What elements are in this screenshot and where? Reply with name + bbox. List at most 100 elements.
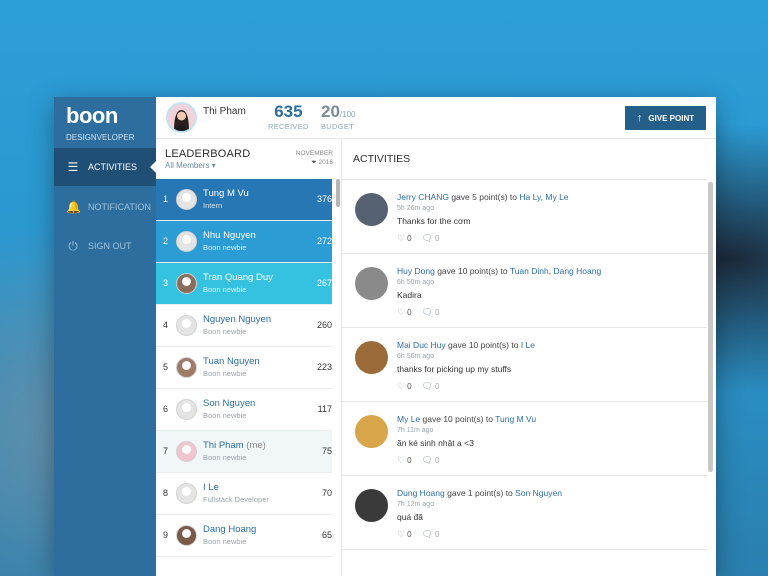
sidebar-item-activities[interactable]: ☰ ACTIVITIES <box>54 148 156 186</box>
member-filter-dropdown[interactable]: All Members ▾ <box>165 161 216 170</box>
activity-message: quá đã <box>397 512 423 522</box>
leaderboard-row[interactable]: 5 Tuan Nguyen Boon newbie 223 <box>156 347 332 389</box>
comment-icon: 🗨 <box>421 381 433 391</box>
leaderboard-row-me[interactable]: 7 Thi Pham (me) Boon newbie 75 <box>156 431 332 473</box>
member-name[interactable]: Nguyen Nguyen <box>203 314 271 325</box>
rank: 8 <box>163 488 169 498</box>
sidebar-item-label: ACTIVITIES <box>88 162 138 172</box>
member-name[interactable]: Son Nguyen <box>203 398 255 409</box>
received-value: 635 <box>274 102 303 121</box>
giver-link[interactable]: Jerry CHANG <box>397 192 449 202</box>
heart-icon: ♡ <box>397 529 406 539</box>
giver-avatar[interactable] <box>355 489 388 522</box>
recipient-link[interactable]: Tung M Vu <box>495 414 536 424</box>
leaderboard-row[interactable]: 8 I Le Fullstack Developer 70 <box>156 473 332 515</box>
member-name[interactable]: Tung M Vu <box>203 188 249 199</box>
leaderboard-scrollbar[interactable] <box>336 179 340 207</box>
comment-icon: 🗨 <box>421 233 433 243</box>
member-points: 65 <box>321 530 332 540</box>
giver-avatar[interactable] <box>355 267 388 300</box>
member-title: Fullstack Developer <box>203 495 269 504</box>
activity-time: 6h 56m ago <box>397 353 434 360</box>
comment-count: 0 <box>434 234 440 243</box>
member-name[interactable]: Thi Pham (me) <box>203 440 266 451</box>
user-avatar-image <box>168 104 195 131</box>
leaderboard-panel: LEADERBOARD All Members ▾ NOVEMBER ⏷ 201… <box>156 139 342 576</box>
month-selector[interactable]: NOVEMBER ⏷ 2016 <box>296 149 333 167</box>
member-name[interactable]: Nhu Nguyen <box>203 230 256 241</box>
giver-link[interactable]: Mai Duc Huy <box>397 340 446 350</box>
like-button[interactable]: ♡ 0 <box>397 529 412 540</box>
reaction-bar: ♡ 0 🗨 0 <box>397 307 439 318</box>
comment-count: 0 <box>434 382 440 391</box>
app-logo[interactable]: boon <box>66 103 118 129</box>
leaderboard-row[interactable]: 3 Tran Quang Duy Boon newbie 267 <box>156 263 332 305</box>
activity-time: 5h 26m ago <box>397 205 434 212</box>
comment-button[interactable]: 🗨 0 <box>422 233 440 244</box>
member-title: Boon newbie <box>203 243 247 252</box>
like-button[interactable]: ♡ 0 <box>397 233 412 244</box>
member-points: 117 <box>317 404 332 414</box>
activity-headline: Jerry CHANG gave 5 point(s) to Ha Ly, My… <box>397 192 569 202</box>
member-name[interactable]: Dang Hoang <box>203 524 256 535</box>
member-name[interactable]: Tran Quang Duy <box>203 272 273 283</box>
recipient-link[interactable]: Son Nguyen <box>515 488 562 498</box>
give-point-button[interactable]: ↑ GIVE POINT <box>625 106 706 130</box>
like-button[interactable]: ♡ 0 <box>397 307 412 318</box>
heart-icon: ♡ <box>397 307 406 317</box>
giver-link[interactable]: Huy Dong <box>397 266 435 276</box>
rank: 2 <box>163 236 169 246</box>
power-icon: ⏻ <box>68 238 78 253</box>
activities-scrollbar[interactable] <box>708 182 713 472</box>
comment-button[interactable]: 🗨 0 <box>422 455 440 466</box>
recipient-link[interactable]: Dang Hoang <box>553 266 601 276</box>
activity-headline: My Le gave 10 point(s) to Tung M Vu <box>397 414 536 424</box>
activity-verb: gave 10 point(s) to <box>437 266 508 276</box>
recipient-link[interactable]: I Le <box>521 340 535 350</box>
leaderboard-row[interactable]: 9 Dang Hoang Boon newbie 65 <box>156 515 332 557</box>
budget-stat: 20/100 BUDGET <box>321 102 356 131</box>
heart-icon: ♡ <box>397 233 406 243</box>
recipient-link[interactable]: Tuan Dinh <box>510 266 549 276</box>
sidebar: boon DESIGNVELOPER ☰ ACTIVITIES 🔔 NOTIFI… <box>54 97 156 576</box>
received-stat: 635 RECEIVED <box>268 102 309 131</box>
comment-button[interactable]: 🗨 0 <box>422 381 440 392</box>
like-count: 0 <box>407 530 412 539</box>
giver-link[interactable]: My Le <box>397 414 420 424</box>
member-points: 260 <box>316 320 332 330</box>
member-avatar <box>176 273 197 294</box>
giver-avatar[interactable] <box>355 415 388 448</box>
app-window: boon DESIGNVELOPER ☰ ACTIVITIES 🔔 NOTIFI… <box>54 97 716 576</box>
menu-icon: ☰ <box>67 160 79 174</box>
member-avatar <box>176 525 197 546</box>
leaderboard-list: 1 Tung M Vu Intern 376 2 Nhu Nguyen Boon… <box>156 179 332 557</box>
comment-icon: 🗨 <box>421 307 433 317</box>
comment-icon: 🗨 <box>421 529 433 539</box>
member-title: Intern <box>203 201 223 210</box>
like-button[interactable]: ♡ 0 <box>397 381 412 392</box>
giver-link[interactable]: Dung Hoang <box>397 488 445 498</box>
sidebar-item-notification[interactable]: 🔔 NOTIFICATION <box>54 188 156 226</box>
user-name: Thi Pham <box>203 106 246 117</box>
member-name[interactable]: I Le <box>203 482 219 493</box>
leaderboard-row[interactable]: 2 Nhu Nguyen Boon newbie 272 <box>156 221 332 263</box>
member-name[interactable]: Tuan Nguyen <box>203 356 260 367</box>
user-avatar[interactable] <box>166 102 197 133</box>
leaderboard-row[interactable]: 4 Nguyen Nguyen Boon newbie 260 <box>156 305 332 347</box>
leaderboard-row[interactable]: 6 Son Nguyen Boon newbie 117 <box>156 389 332 431</box>
recipient-link[interactable]: Ha Ly <box>519 192 540 202</box>
like-button[interactable]: ♡ 0 <box>397 455 412 466</box>
reaction-bar: ♡ 0 🗨 0 <box>397 529 439 540</box>
activity-item: My Le gave 10 point(s) to Tung M Vu 7h 1… <box>342 402 707 476</box>
comment-icon: 🗨 <box>421 455 433 465</box>
giver-avatar[interactable] <box>355 193 388 226</box>
sidebar-item-sign-out[interactable]: ⏻ SIGN OUT <box>54 227 156 265</box>
comment-button[interactable]: 🗨 0 <box>422 529 440 540</box>
member-name-text: Thi Pham <box>203 440 244 451</box>
year-label: 2016 <box>318 159 333 166</box>
leaderboard-row[interactable]: 1 Tung M Vu Intern 376 <box>156 179 332 221</box>
comment-button[interactable]: 🗨 0 <box>422 307 440 318</box>
giver-avatar[interactable] <box>355 341 388 374</box>
recipient-link[interactable]: My Le <box>545 192 568 202</box>
organization-name: DESIGNVELOPER <box>66 133 135 142</box>
